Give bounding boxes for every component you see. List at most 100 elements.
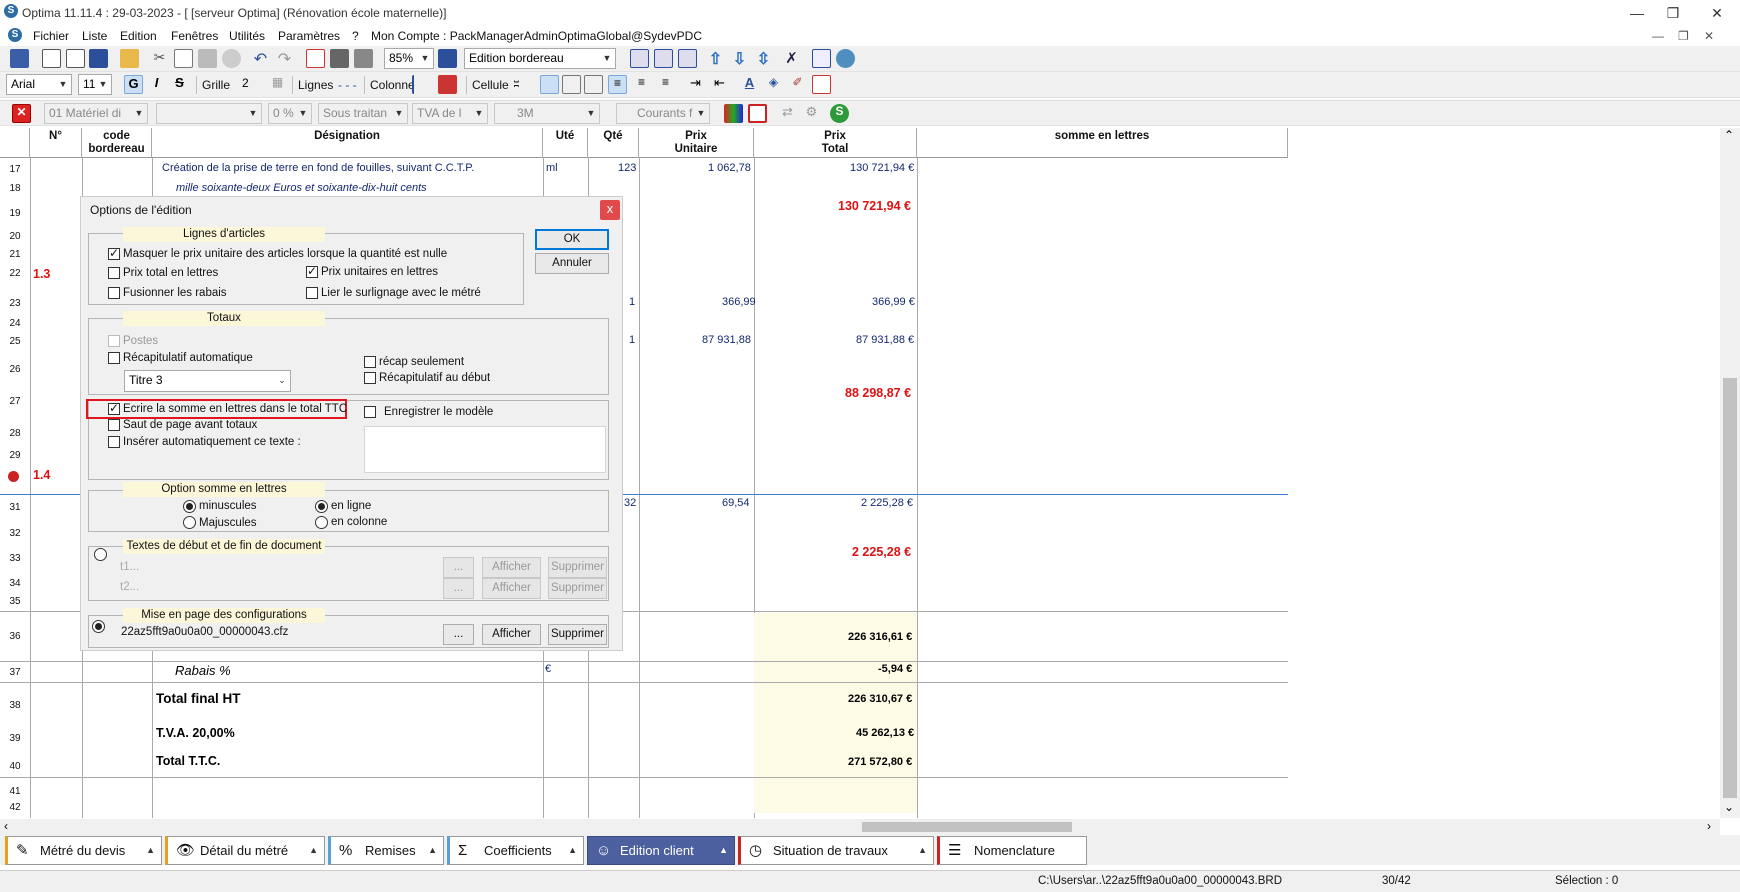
cell-middle-icon[interactable]	[562, 75, 581, 94]
prix-total-lettres-checkbox[interactable]	[108, 267, 120, 279]
ok-button[interactable]: OK	[535, 229, 609, 250]
cell-r40-pt[interactable]: 271 572,80 €	[848, 756, 912, 768]
copy-doc-icon[interactable]	[66, 49, 85, 68]
cell-r27-pt[interactable]: 88 298,87 €	[845, 386, 911, 400]
config-afficher-button[interactable]: Afficher	[482, 624, 541, 645]
fill-color-icon[interactable]: ◈	[764, 75, 783, 94]
menu-fichier[interactable]: Fichier	[33, 29, 69, 43]
textes-radio[interactable]	[94, 548, 107, 561]
recap-auto-checkbox[interactable]	[108, 352, 120, 364]
cell-r17-qte[interactable]: 123	[618, 162, 636, 174]
indent-icon[interactable]: ⇥	[686, 75, 705, 94]
cell-r30-num[interactable]: 1.4	[33, 468, 50, 482]
horizontal-scrollbar[interactable]: ‹ ›	[0, 819, 1720, 835]
titre-select[interactable]: Titre 3 ⌄	[124, 370, 291, 392]
header-prix-total[interactable]: Prix Total	[754, 128, 917, 158]
new-icon[interactable]	[42, 49, 61, 68]
move-bottom-icon[interactable]: ⇩	[730, 49, 749, 68]
pdf-icon[interactable]	[306, 49, 325, 68]
save-icon[interactable]	[89, 49, 108, 68]
brush-icon[interactable]: ✐	[788, 75, 807, 94]
cell-r22-num[interactable]: 1.3	[33, 267, 50, 281]
pct-select[interactable]: 0 % ▼	[268, 103, 312, 124]
tva-select[interactable]: TVA de l ▼	[412, 103, 488, 124]
paste-icon[interactable]	[198, 49, 217, 68]
saut-checkbox[interactable]	[108, 419, 120, 431]
header-code[interactable]: code bordereau	[82, 128, 152, 158]
cell-r23-qte[interactable]: 1	[629, 296, 635, 308]
config-browse-button[interactable]: ...	[443, 624, 474, 645]
t2-afficher-button[interactable]: Afficher	[482, 578, 541, 599]
vertical-scrollbar[interactable]: ⌃ ⌄	[1720, 128, 1740, 818]
cell-r37-designation[interactable]: Rabais %	[175, 663, 231, 678]
grid-lines-icon[interactable]: ▦	[268, 75, 287, 94]
scroll-right-icon[interactable]: ›	[1707, 819, 1711, 833]
lier-checkbox[interactable]	[306, 287, 318, 299]
scroll-up-icon[interactable]: ⌃	[1724, 128, 1734, 142]
font-size-select[interactable]: 11 ▼	[78, 74, 112, 95]
windows-tile-icon[interactable]	[812, 49, 831, 68]
header-qte[interactable]: Qté	[588, 128, 639, 158]
doc-minimize-button[interactable]: —	[1652, 29, 1664, 43]
cell-r36-pt[interactable]: 226 316,61 €	[848, 631, 912, 643]
en-ligne-radio[interactable]	[315, 500, 328, 513]
doc-restore-button[interactable]: ❐	[1678, 29, 1689, 43]
tab-remises[interactable]: % Remises ▲	[328, 836, 444, 865]
t1-supprimer-button[interactable]: Supprimer	[548, 557, 607, 578]
chevron-up-icon[interactable]: ▲	[146, 837, 155, 864]
cell-r25-pu[interactable]: 87 931,88	[702, 334, 751, 346]
undo-icon[interactable]: ↶	[251, 49, 270, 68]
cancel-button[interactable]: Annuler	[535, 253, 609, 274]
tab-coefficients[interactable]: Σ Coefficients ▲	[447, 836, 584, 865]
en-colonne-radio[interactable]	[315, 516, 328, 529]
header-designation[interactable]: Désignation	[152, 128, 543, 158]
tab-nomenclature[interactable]: ☰ Nomenclature	[937, 836, 1087, 865]
cell-top-icon[interactable]	[540, 75, 559, 94]
cell-r19-pt[interactable]: 130 721,94 €	[838, 199, 911, 213]
print-icon[interactable]	[330, 49, 349, 68]
sync-icon[interactable]	[836, 49, 855, 68]
italic-icon[interactable]: I	[147, 75, 166, 94]
cell-r25-qte[interactable]: 1	[629, 334, 635, 346]
outdent-icon[interactable]: ⇤	[710, 75, 729, 94]
chevron-up-icon[interactable]: ▲	[719, 837, 728, 864]
cut-icon[interactable]: ✂	[150, 49, 169, 68]
calendar-icon[interactable]	[748, 104, 767, 123]
align-left-icon[interactable]: ≡	[608, 75, 627, 94]
vertical-scroll-thumb[interactable]	[1723, 378, 1737, 798]
tools-icon[interactable]: ✗	[782, 49, 801, 68]
tab-situation-travaux[interactable]: ◷ Situation de travaux ▲	[738, 836, 934, 865]
cell-r31-pu[interactable]: 69,54	[722, 497, 750, 509]
scroll-left-icon[interactable]: ‹	[4, 819, 8, 833]
font-select[interactable]: Arial ▼	[6, 74, 72, 95]
inserer-checkbox[interactable]	[108, 436, 120, 448]
courants-select[interactable]: Courants f ▼	[616, 103, 710, 124]
t2-browse-button[interactable]: ...	[443, 578, 474, 599]
align-center-icon[interactable]: ≡	[632, 75, 651, 94]
menu-fenetres[interactable]: Fenêtres	[171, 29, 218, 43]
recap-seul-checkbox[interactable]	[364, 356, 376, 368]
link-icon[interactable]: ⇄	[778, 104, 797, 123]
cell-r31-pt[interactable]: 2 225,28 €	[861, 497, 913, 509]
masquer-checkbox[interactable]	[108, 246, 120, 260]
mise-en-page-radio[interactable]	[92, 620, 105, 633]
cell-r38-pt[interactable]: 226 310,67 €	[848, 693, 912, 705]
majuscules-radio[interactable]	[183, 516, 196, 529]
grid-view-icon[interactable]	[630, 49, 649, 68]
cell-r18-designation[interactable]: mille soixante-deux Euros et soixante-di…	[176, 182, 427, 194]
column-icon[interactable]	[412, 75, 431, 94]
prix-unit-lettres-checkbox[interactable]	[306, 264, 318, 278]
tab-metre-devis[interactable]: ✎ Métré du devis ▲	[5, 836, 162, 865]
move-updown-icon[interactable]: ⇳	[754, 49, 773, 68]
t2-supprimer-button[interactable]: Supprimer	[548, 578, 607, 599]
open-folder-icon[interactable]	[120, 49, 139, 68]
menu-utilites[interactable]: Utilités	[229, 29, 265, 43]
format-icon[interactable]	[812, 75, 831, 94]
cell-r23-pu[interactable]: 366,99	[722, 296, 756, 308]
restore-button[interactable]: ❐	[1650, 0, 1696, 26]
cell-r31-qte[interactable]: 32	[624, 497, 636, 509]
grille-value[interactable]: 2	[238, 74, 266, 95]
align-right-icon[interactable]: ≡	[656, 75, 675, 94]
header-num[interactable]: N°	[30, 128, 82, 158]
t1-browse-button[interactable]: ...	[443, 557, 474, 578]
